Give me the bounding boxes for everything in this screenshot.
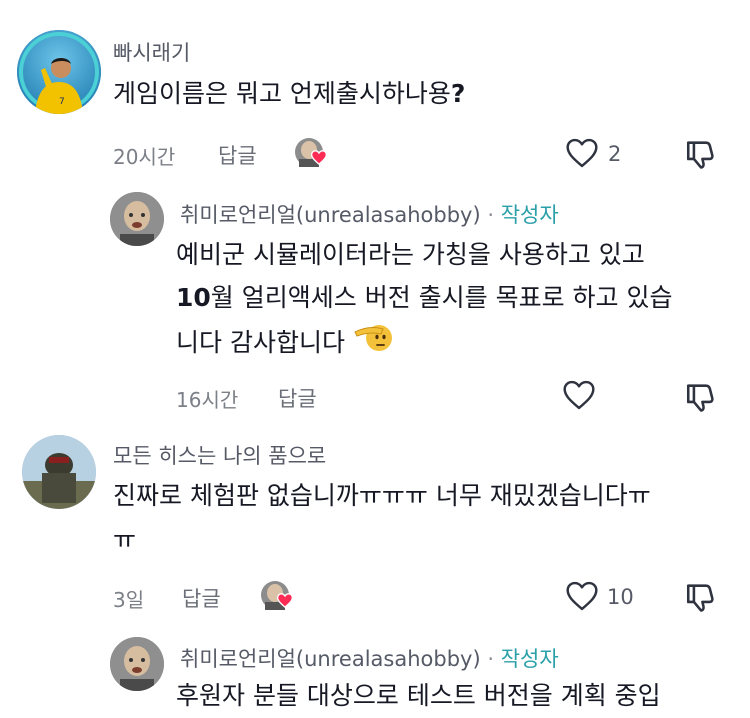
creator-liked-indicator xyxy=(294,137,327,167)
separator-dot: · xyxy=(487,647,495,671)
avatar-creator[interactable] xyxy=(110,637,164,691)
saluting-face-icon xyxy=(353,320,393,368)
dislike-button[interactable] xyxy=(684,580,718,614)
avatar-creator[interactable] xyxy=(110,192,164,246)
heart-filled-icon xyxy=(311,150,327,165)
avatar-commenter-2[interactable] xyxy=(22,435,96,509)
comment-time: 3일 xyxy=(113,588,145,612)
like-button[interactable] xyxy=(562,380,596,410)
reply-username-text[interactable]: 취미로언리얼(unrealasahobby) xyxy=(180,203,481,227)
reply-time: 16시간 xyxy=(176,388,239,412)
avatar-commenter-1[interactable]: 7 xyxy=(17,30,101,114)
dislike-button[interactable] xyxy=(684,380,718,414)
reply-button[interactable]: 답글 xyxy=(278,383,317,413)
comment-text-line-2: ㅠ xyxy=(113,525,137,554)
reply-text-line-2-bold: 10 xyxy=(176,283,211,312)
reply-text-line-3: 니다 감사합니다 xyxy=(176,320,393,368)
comment-text-punct: ? xyxy=(450,79,466,108)
creator-liked-indicator xyxy=(260,580,293,610)
reply-username-text[interactable]: 취미로언리얼(unrealasahobby) xyxy=(180,647,481,671)
dislike-button[interactable] xyxy=(684,137,718,171)
reply-text-line-3-body: 니다 감사합니다 xyxy=(176,328,345,357)
like-button[interactable] xyxy=(565,138,599,168)
reply-text-line-2-rest: 월 얼리액세스 버전 출시를 목표로 하고 있습 xyxy=(210,283,673,312)
svg-text:7: 7 xyxy=(59,97,65,107)
like-count: 2 xyxy=(608,142,622,166)
like-count: 10 xyxy=(607,585,634,609)
reply-text-line-1: 예비군 시뮬레이터라는 가칭을 사용하고 있고 xyxy=(176,240,645,269)
reply-button[interactable]: 답글 xyxy=(218,140,257,170)
comment-text: 게임이름은 뭐고 언제출시하나용? xyxy=(113,72,465,116)
comment-text-line-1: 진짜로 체험판 없습니까ㅠㅠㅠ 너무 재밌겠습니다ㅠ xyxy=(113,481,651,510)
reply-username[interactable]: 취미로언리얼(unrealasahobby) · 작성자 xyxy=(180,199,559,229)
comment-username[interactable]: 빠시래기 xyxy=(113,37,190,67)
separator-dot: · xyxy=(487,203,495,227)
comment-username[interactable]: 모든 히스는 나의 품으로 xyxy=(113,440,326,470)
comment-time: 20시간 xyxy=(113,145,176,169)
comment-text-body: 게임이름은 뭐고 언제출시하나용 xyxy=(113,79,451,108)
reply-text-line-2: 10월 얼리액세스 버전 출시를 목표로 하고 있습 xyxy=(176,276,672,320)
reply-text-line-1: 후원자 분들 대상으로 테스트 버전을 계획 중입 xyxy=(176,681,661,710)
author-badge: 작성자 xyxy=(500,647,559,671)
reply-username[interactable]: 취미로언리얼(unrealasahobby) · 작성자 xyxy=(180,643,559,673)
heart-filled-icon xyxy=(277,593,293,608)
reply-button[interactable]: 답글 xyxy=(182,583,221,613)
like-button[interactable] xyxy=(565,581,599,611)
author-badge: 작성자 xyxy=(500,203,559,227)
